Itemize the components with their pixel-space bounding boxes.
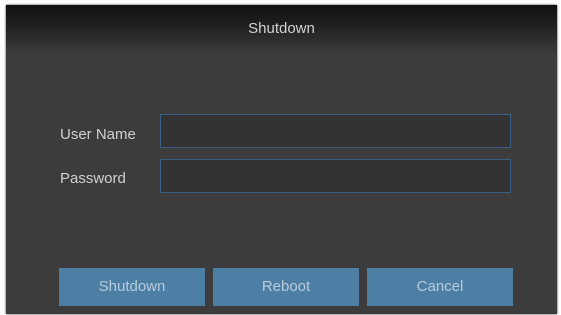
reboot-button[interactable]: Reboot: [213, 268, 359, 306]
shutdown-button[interactable]: Shutdown: [59, 268, 205, 306]
dialog-title: Shutdown: [6, 5, 557, 52]
password-label: Password: [60, 170, 126, 187]
username-input[interactable]: [160, 114, 511, 148]
shutdown-dialog: Shutdown User Name Password Shutdown Reb…: [6, 5, 557, 314]
password-input[interactable]: [160, 159, 511, 193]
username-label: User Name: [60, 126, 136, 143]
cancel-button[interactable]: Cancel: [367, 268, 513, 306]
